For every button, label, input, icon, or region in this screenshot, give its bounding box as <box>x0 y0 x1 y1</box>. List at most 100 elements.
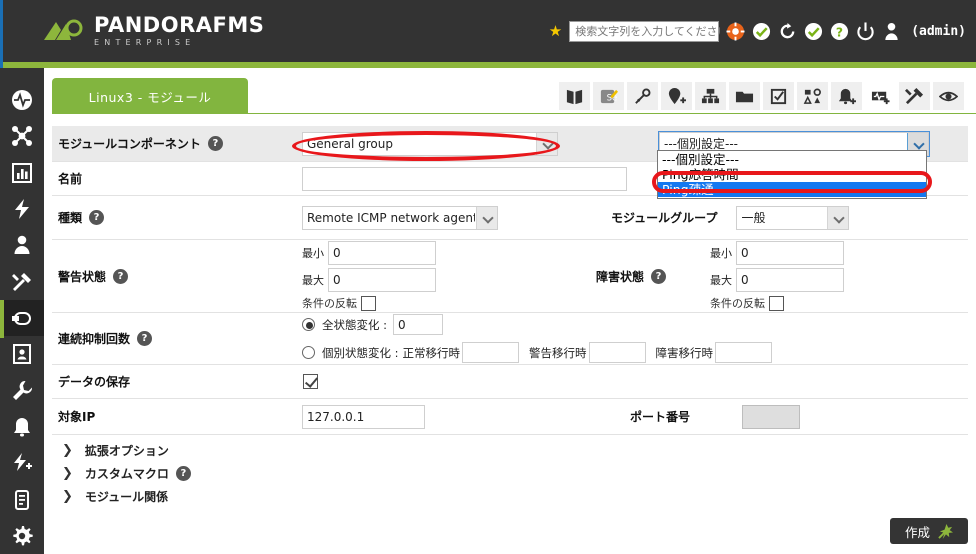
brand-title: PANDORAFMS <box>94 13 265 37</box>
sidebar-item-configuration[interactable] <box>0 373 44 409</box>
expander-module-relations[interactable]: ❯ モジュール関係 <box>52 485 968 508</box>
target-ip-input[interactable] <box>302 404 425 429</box>
ff-all-radio[interactable] <box>302 318 315 331</box>
name-input[interactable] <box>302 166 627 191</box>
help-icon[interactable]: ? <box>175 466 191 481</box>
chevron-right-icon: ❯ <box>62 466 73 481</box>
component-dropdown-list[interactable]: ---個別設定--- Ping応答時間 Ping疎通 <box>657 150 927 199</box>
sidebar-item-alert-create[interactable] <box>0 445 44 481</box>
dropdown-option[interactable]: ---個別設定--- <box>658 152 926 167</box>
sidebar-item-alerts[interactable] <box>0 409 44 445</box>
tab-icon-bell-plus[interactable] <box>831 82 862 110</box>
tab-icon-location-plus[interactable] <box>661 82 692 110</box>
checklist-icon <box>770 88 787 104</box>
events-icon <box>15 199 29 220</box>
help-icon[interactable]: ? <box>89 210 105 225</box>
refresh-icon[interactable] <box>778 22 797 41</box>
sidebar-item-settings[interactable] <box>0 518 44 554</box>
sidebar-item-logs[interactable] <box>0 481 44 517</box>
ff-all-label: 全状態変化 : <box>322 317 388 332</box>
star-icon[interactable]: ★ <box>549 22 562 40</box>
edit-agent-icon: Se <box>600 89 618 103</box>
sidebar-item-users[interactable] <box>0 227 44 263</box>
location-plus-icon <box>668 87 686 104</box>
module-group-select-wrap[interactable]: 一般 <box>736 205 850 230</box>
main-content: Linux3 - モジュール Se モジュールコンポーネント ? General… <box>44 68 976 554</box>
sidebar-item-profile[interactable] <box>0 336 44 372</box>
wand-icon <box>938 523 953 539</box>
tab-icon-collection[interactable] <box>797 82 828 110</box>
search-box[interactable] <box>569 20 721 42</box>
user-label[interactable]: (admin) <box>911 24 966 39</box>
brand-logo[interactable]: PANDORAFMS ENTERPRISE <box>42 15 264 47</box>
tab-icon-eye[interactable] <box>933 82 964 110</box>
sidebar-item-monitoring[interactable] <box>0 82 44 118</box>
store-data-checkbox[interactable] <box>303 374 318 389</box>
expander-advanced-options[interactable]: ❯ 拡張オプション <box>52 439 968 462</box>
port-input[interactable] <box>742 404 801 429</box>
critical-invert-checkbox[interactable] <box>769 295 785 311</box>
module-group-label: モジュールグループ <box>611 211 718 225</box>
component-group-select-wrap[interactable]: General group <box>302 131 558 156</box>
collection-icon <box>803 88 821 104</box>
critical-min-input[interactable] <box>736 241 845 265</box>
check-circle-icon[interactable] <box>752 22 771 41</box>
ff-each-radio[interactable] <box>302 346 315 359</box>
tab-module[interactable]: Linux3 - モジュール <box>52 78 248 114</box>
tab-bar: Linux3 - モジュール Se <box>44 78 976 118</box>
ff-to-warning-input[interactable] <box>588 342 646 363</box>
tab-icon-key[interactable] <box>627 82 658 110</box>
tab-icon-book[interactable] <box>559 82 590 110</box>
dropdown-option[interactable]: Ping応答時間 <box>658 167 926 182</box>
help-icon[interactable]: ? <box>651 268 667 284</box>
critical-minmax: 最小 最大 条件の反転 <box>710 241 845 311</box>
help-icon[interactable]: ? <box>207 136 223 151</box>
ff-to-critical-input[interactable] <box>715 342 773 363</box>
check-circle-icon[interactable] <box>804 22 823 41</box>
tab-icon-network[interactable] <box>695 82 726 110</box>
ff-to-warning-label: 警告移行時 <box>529 345 587 360</box>
component-group-select[interactable]: General group <box>302 131 558 156</box>
help-icon[interactable]: ? <box>113 268 129 284</box>
type-select[interactable]: Remote ICMP network agent (Enterprise) <box>302 205 498 230</box>
sidebar-item-resources[interactable] <box>0 299 44 339</box>
sidebar-item-events[interactable] <box>0 191 44 227</box>
warning-invert-checkbox[interactable] <box>361 295 376 311</box>
label-target-ip: 対象IP <box>52 399 300 434</box>
create-button[interactable]: 作成 <box>890 518 968 544</box>
type-value: Remote ICMP network agent (Enterprise) モ… <box>300 196 968 239</box>
critical-invert-line: 条件の反転 <box>710 295 844 311</box>
ff-to-normal-input[interactable] <box>462 342 520 363</box>
tab-icon-tools[interactable] <box>899 82 930 110</box>
expander-label: カスタムマクロ <box>84 467 169 481</box>
critical-max-input[interactable] <box>736 268 845 292</box>
sidebar-item-tools[interactable] <box>0 264 44 300</box>
question-circle-icon[interactable]: ? <box>830 22 849 41</box>
sidebar-item-topology[interactable] <box>0 118 44 154</box>
alert-plus-icon <box>14 453 32 472</box>
power-icon[interactable] <box>856 21 875 41</box>
row-ff-threshold: 連続抑制回数 ? 全状態変化 : 個別状態変化 : 正常移行時 警告移行時 障害… <box>52 313 968 365</box>
tab-icon-checklist[interactable] <box>763 82 794 110</box>
warning-min-input[interactable] <box>328 241 436 265</box>
warning-max-input[interactable] <box>328 268 436 292</box>
ff-all-input[interactable] <box>393 314 444 335</box>
gear-icon <box>13 525 33 546</box>
create-button-label: 作成 <box>904 524 930 540</box>
type-select-wrap[interactable]: Remote ICMP network agent (Enterprise) <box>302 205 498 230</box>
lifebuoy-icon[interactable] <box>726 21 745 41</box>
dropdown-option-selected[interactable]: Ping疎通 <box>658 182 926 197</box>
tab-icon-folder[interactable] <box>729 82 760 110</box>
tab-icon-edit-agent[interactable]: Se <box>593 82 624 110</box>
top-header: PANDORAFMS ENTERPRISE ★ 検索文字列を入力してください ?… <box>0 0 976 62</box>
ff-all-line: 全状態変化 : <box>302 314 444 335</box>
resources-icon <box>12 312 31 326</box>
sidebar-item-reports[interactable] <box>0 155 44 191</box>
user-icon[interactable] <box>882 22 901 41</box>
help-icon[interactable]: ? <box>137 331 153 346</box>
search-input[interactable] <box>575 22 721 40</box>
tab-icon-module-plus[interactable] <box>865 82 896 110</box>
expander-custom-macros[interactable]: ❯ カスタムマクロ ? <box>52 462 968 485</box>
module-group-select[interactable]: 一般 <box>736 205 850 230</box>
store-data-label: データの保存 <box>58 375 131 389</box>
